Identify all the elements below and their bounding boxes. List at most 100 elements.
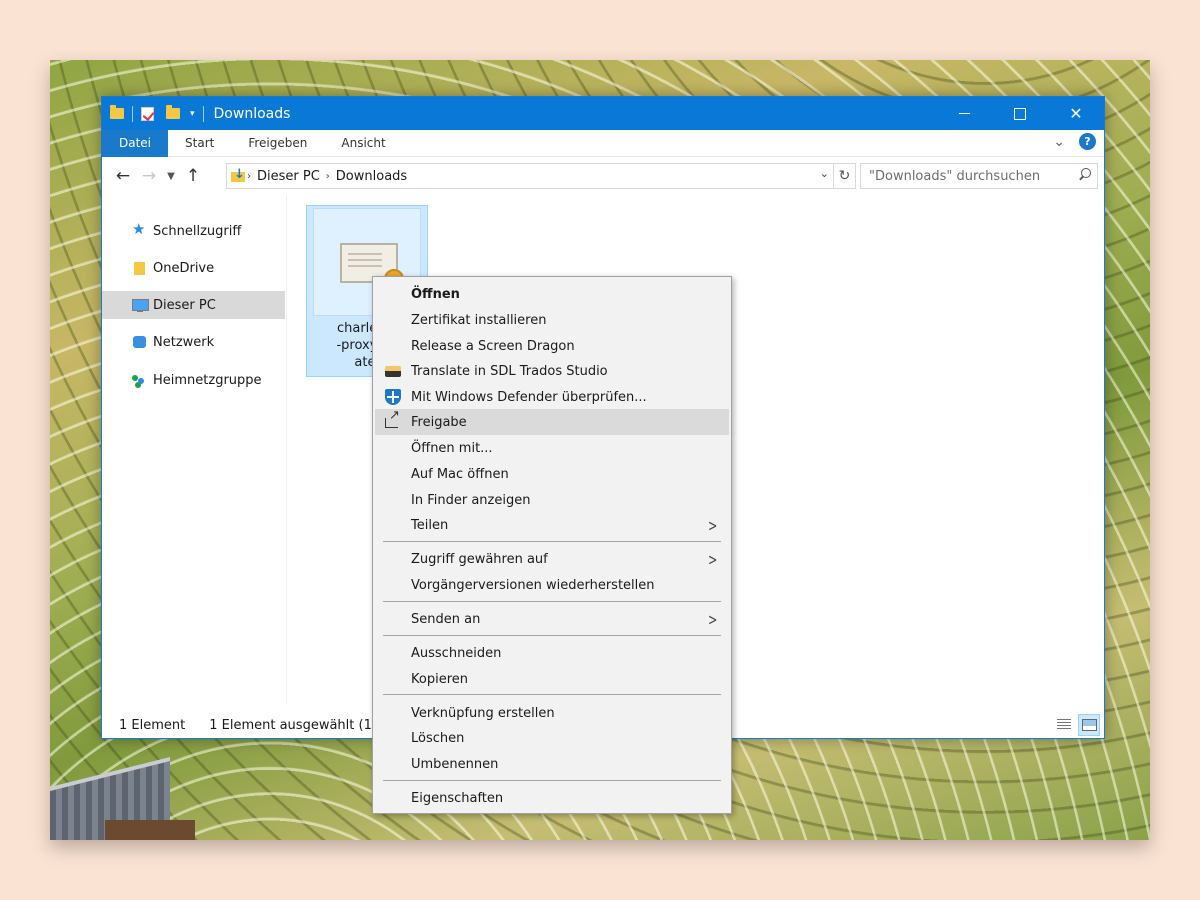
breadcrumb-separator[interactable]: › (247, 171, 251, 182)
nav-item-label: OneDrive (153, 260, 215, 276)
menu-item-label: Verknüpfung erstellen (411, 705, 555, 721)
search-icon[interactable] (1078, 168, 1091, 181)
wallpaper-hut-wall (105, 820, 195, 840)
breadcrumb-separator[interactable]: › (326, 171, 330, 182)
menu-item-vorgaengerversionen[interactable]: Vorgängerversionen wiederherstellen (375, 572, 729, 598)
menu-item-label: Translate in SDL Trados Studio (411, 363, 608, 379)
nav-item-onedrive[interactable]: OneDrive (102, 254, 285, 282)
menu-item-umbenennen[interactable]: Umbenennen (375, 751, 729, 777)
search-input[interactable]: "Downloads" durchsuchen (860, 163, 1098, 189)
menu-item-label: Teilen (411, 517, 449, 533)
properties-check-icon[interactable] (141, 106, 154, 121)
breadcrumb-downloads[interactable]: Downloads (336, 169, 407, 184)
menu-item-auf-mac-oeffnen[interactable]: Auf Mac öffnen (375, 461, 729, 487)
menu-item-label: Vorgängerversionen wiederherstellen (411, 577, 655, 593)
new-folder-icon[interactable] (166, 105, 180, 119)
up-arrow-icon[interactable]: ↑ (180, 166, 206, 186)
recent-locations-chevron-icon[interactable]: ▼ (162, 171, 180, 182)
quick-access-star-icon (132, 220, 147, 238)
window-title: Downloads (213, 105, 291, 122)
submenu-chevron-icon: > (707, 516, 717, 535)
menu-item-label: Ausschneiden (411, 645, 502, 661)
menu-item-zugriff-gewaehren[interactable]: Zugriff gewähren auf > (375, 546, 729, 572)
menu-item-senden-an[interactable]: Senden an > (375, 606, 729, 632)
nav-item-schnellzugriff[interactable]: Schnellzugriff (102, 217, 285, 245)
tab-ansicht[interactable]: Ansicht (324, 130, 402, 157)
menu-item-label: Auf Mac öffnen (411, 466, 509, 482)
address-dropdown-chevron-icon[interactable]: ⌄ (820, 167, 829, 180)
menu-item-label: Freigabe (411, 414, 467, 430)
menu-item-label: Umbenennen (411, 756, 499, 772)
tab-start[interactable]: Start (168, 130, 231, 157)
menu-item-teilen[interactable]: Teilen > (375, 512, 729, 538)
nav-item-dieser-pc[interactable]: Dieser PC (102, 291, 285, 319)
minimize-button[interactable] (936, 97, 992, 130)
menu-item-label: Kopieren (411, 671, 468, 687)
menu-item-label: In Finder anzeigen (411, 492, 531, 508)
nav-item-label: Netzwerk (153, 334, 215, 350)
nav-item-label: Schnellzugriff (153, 223, 242, 239)
expand-ribbon-chevron-icon[interactable]: ⌄ (1053, 134, 1065, 150)
menu-item-zertifikat-installieren[interactable]: Zertifikat installieren (375, 307, 729, 333)
menu-item-label: Senden an (411, 611, 481, 627)
large-icons-view-button[interactable] (1078, 714, 1100, 736)
menu-separator (383, 601, 721, 602)
large-icons-view-icon (1081, 719, 1097, 731)
network-icon (132, 335, 147, 349)
tab-freigeben[interactable]: Freigeben (231, 130, 324, 157)
menu-item-oeffnen[interactable]: Öffnen (375, 281, 729, 307)
details-view-button[interactable] (1053, 714, 1075, 736)
windows-defender-icon (385, 389, 401, 405)
menu-item-label: Release a Screen Dragon (411, 338, 575, 354)
close-button[interactable]: ✕ (1048, 97, 1104, 130)
close-icon: ✕ (1069, 104, 1083, 123)
navigation-pane: Schnellzugriff OneDrive Dieser PC Netzwe… (102, 195, 287, 705)
menu-item-in-finder-anzeigen[interactable]: In Finder anzeigen (375, 487, 729, 513)
menu-item-ausschneiden[interactable]: Ausschneiden (375, 640, 729, 666)
menu-item-freigabe[interactable]: Freigabe (375, 408, 729, 435)
this-pc-icon (132, 298, 149, 312)
menu-item-label: Öffnen mit... (411, 440, 493, 456)
address-bar[interactable]: › Dieser PC › Downloads ⌄ (226, 163, 834, 189)
menu-item-verknuepfung-erstellen[interactable]: Verknüpfung erstellen (375, 700, 729, 726)
submenu-chevron-icon: > (707, 550, 717, 569)
nav-item-heimnetzgruppe[interactable]: Heimnetzgruppe (102, 366, 285, 394)
minimize-icon (958, 113, 970, 114)
help-icon[interactable]: ? (1079, 133, 1096, 150)
menu-item-label: Löschen (411, 730, 465, 746)
maximize-button[interactable] (992, 97, 1048, 130)
context-menu: Öffnen Zertifikat installieren Release a… (372, 276, 732, 814)
menu-item-windows-defender[interactable]: Mit Windows Defender überprüfen... (375, 384, 729, 410)
search-placeholder: "Downloads" durchsuchen (869, 168, 1041, 184)
navigation-bar: ← → ▼ ↑ › Dieser PC › Downloads ⌄ ↻ "Dow… (102, 157, 1104, 195)
back-arrow-icon[interactable]: ← (110, 166, 136, 186)
menu-item-release-screen-dragon[interactable]: Release a Screen Dragon (375, 333, 729, 359)
nav-item-netzwerk[interactable]: Netzwerk (102, 328, 285, 356)
homegroup-icon (132, 373, 147, 387)
menu-item-label: Zugriff gewähren auf (411, 551, 548, 567)
menu-item-translate-trados[interactable]: Translate in SDL Trados Studio (375, 358, 729, 384)
menu-item-kopieren[interactable]: Kopieren (375, 666, 729, 692)
view-switcher (1053, 714, 1100, 736)
menu-item-label: Eigenschaften (411, 790, 504, 806)
refresh-icon[interactable]: ↻ (834, 163, 856, 189)
menu-item-oeffnen-mit[interactable]: Öffnen mit... (375, 435, 729, 461)
menu-item-loeschen[interactable]: Löschen (375, 725, 729, 751)
nav-item-label: Heimnetzgruppe (153, 372, 262, 388)
menu-item-label: Öffnen (411, 286, 460, 302)
breadcrumb-dieser-pc[interactable]: Dieser PC (257, 169, 320, 184)
folder-properties-icon[interactable] (110, 105, 124, 119)
menu-item-label: Zertifikat installieren (411, 312, 547, 328)
menu-separator (383, 635, 721, 636)
details-view-icon (1057, 719, 1071, 731)
menu-item-eigenschaften[interactable]: Eigenschaften (375, 785, 729, 811)
ribbon-tabs: Datei Start Freigeben Ansicht ⌄ ? (102, 129, 1104, 157)
forward-arrow-icon[interactable]: → (136, 166, 162, 186)
customize-qat-dropdown[interactable]: ▾ (190, 109, 195, 119)
title-bar[interactable]: ▾ Downloads ✕ (102, 97, 1104, 130)
share-icon (385, 408, 400, 428)
menu-separator (383, 780, 721, 781)
qat-separator (132, 105, 133, 122)
tab-datei[interactable]: Datei (102, 129, 169, 157)
ribbon-right-controls: ⌄ ? (1053, 133, 1096, 150)
